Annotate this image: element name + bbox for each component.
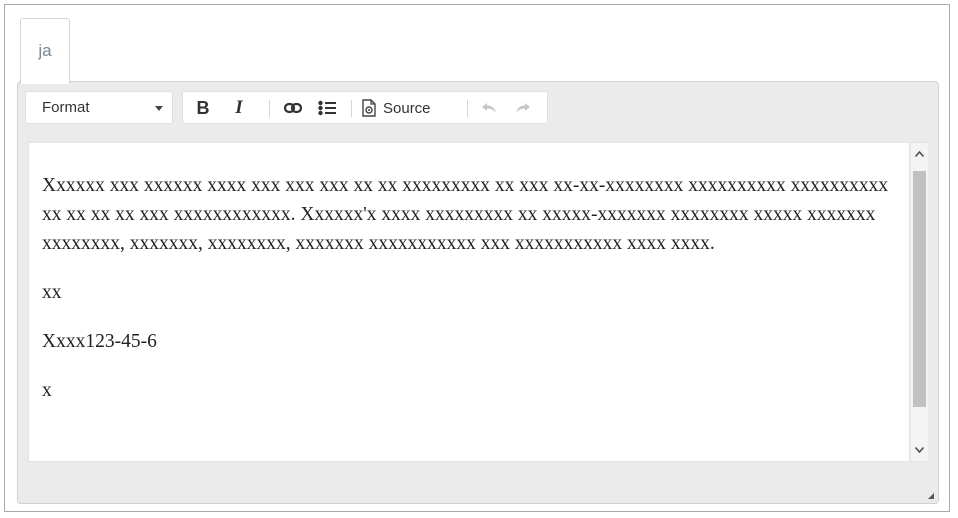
paragraph: Xxxxxx xxx xxxxxx xxxx xxx xxx xxx xx xx…	[42, 175, 889, 254]
scrollbar-thumb[interactable]	[913, 171, 926, 407]
editor-content-area[interactable]: Xxxxxx xxx xxxxxx xxxx xxx xxx xxx xx xx…	[28, 142, 910, 462]
source-icon	[362, 99, 376, 117]
undo-icon	[482, 103, 496, 113]
bold-button[interactable]: B	[193, 96, 213, 120]
toolbar-separator	[467, 100, 468, 117]
bulleted-list-icon	[318, 100, 336, 116]
vertical-scrollbar[interactable]	[911, 142, 928, 462]
italic-button[interactable]: I	[229, 96, 249, 120]
paragraph: Xxxx123-45-6	[42, 331, 157, 352]
toolbar-separator	[269, 100, 270, 117]
bulleted-list-button[interactable]	[315, 96, 339, 120]
editor-frame: ja Format B I Source Xxxxxx xxx xxxxxx x…	[4, 4, 950, 512]
source-button-label: Source	[383, 99, 431, 117]
undo-button[interactable]	[479, 96, 499, 120]
toolbar-separator	[351, 100, 352, 117]
language-tab[interactable]: ja	[20, 18, 70, 84]
link-icon	[284, 102, 302, 114]
paragraph: x	[42, 380, 52, 401]
paragraph: xx	[42, 282, 62, 303]
scroll-up-arrow[interactable]	[911, 145, 928, 163]
format-dropdown-label: Format	[42, 99, 90, 116]
link-button[interactable]	[281, 96, 305, 120]
rich-text-editor: Format B I Source Xxxxxx xxx xxxxxx xxxx…	[17, 81, 939, 504]
scroll-down-arrow[interactable]	[911, 441, 928, 459]
toolbar-buttons: B I Source	[182, 91, 548, 124]
redo-icon	[516, 103, 530, 113]
source-button[interactable]: Source	[361, 96, 457, 120]
editor-text[interactable]: Xxxxxx xxx xxxxxx xxxx xxx xxx xxx xx xx…	[42, 171, 902, 425]
language-tab-label: ja	[38, 41, 52, 60]
format-dropdown[interactable]: Format	[25, 91, 173, 124]
redo-button[interactable]	[513, 96, 533, 120]
resize-handle-icon[interactable]	[928, 493, 934, 499]
chevron-down-icon	[155, 106, 163, 111]
